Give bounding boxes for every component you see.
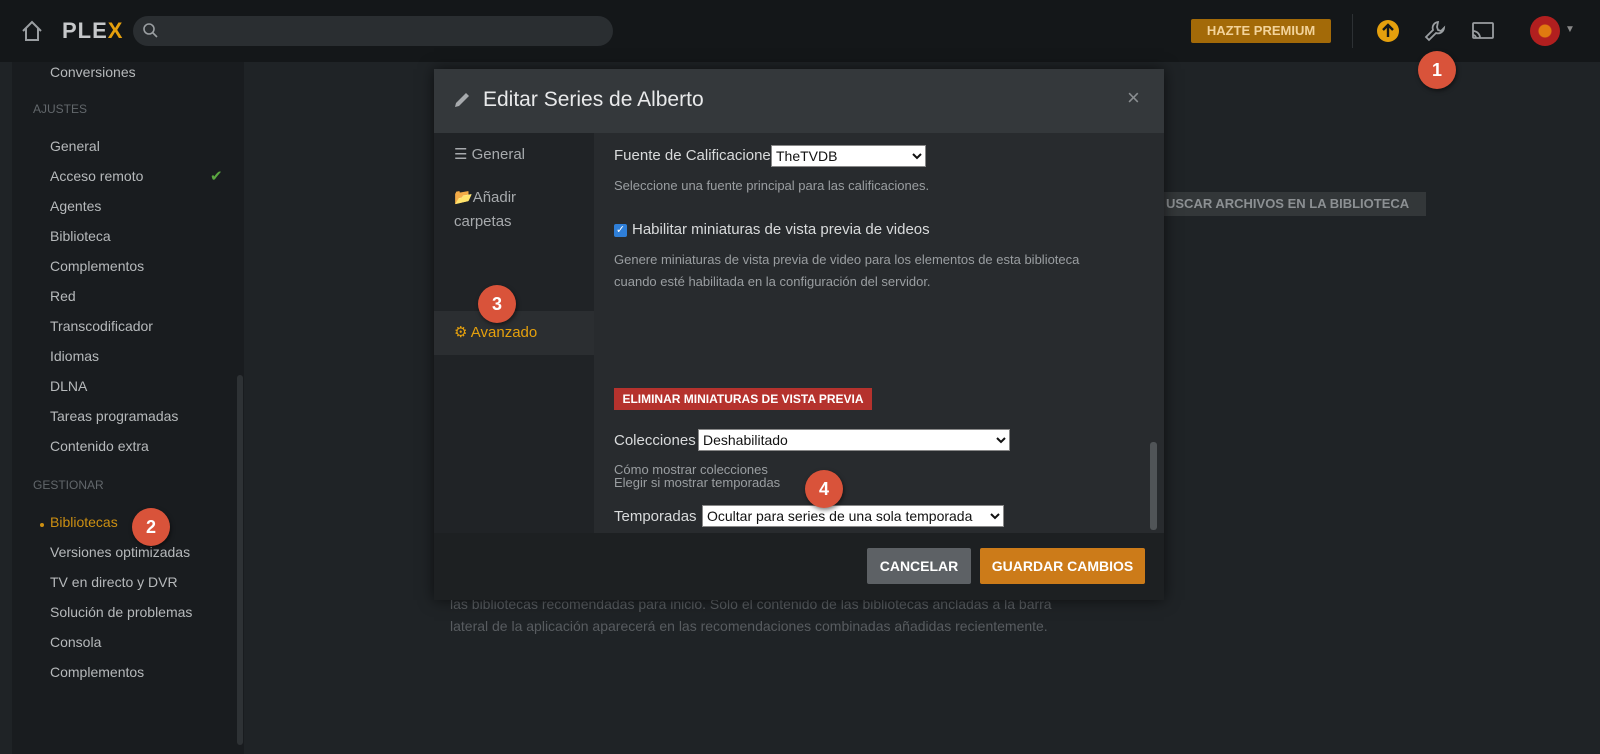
sidebar-item-contenido-extra[interactable]: Contenido extra xyxy=(50,438,149,454)
list-icon: ☰ xyxy=(454,146,468,163)
folder-icon: 📂 xyxy=(454,189,473,206)
sidebar-item-conversiones[interactable]: Conversiones xyxy=(50,64,136,80)
edit-library-modal: Editar Series de Alberto × ☰ General 📂Añ… xyxy=(434,69,1164,600)
modal-footer: CANCELAR GUARDAR CAMBIOS xyxy=(434,533,1164,600)
sidebar-item-versiones[interactable]: Versiones optimizadas xyxy=(50,544,190,560)
sidebar-scrollbar[interactable] xyxy=(237,375,243,745)
upload-icon[interactable] xyxy=(1375,18,1403,46)
thumbnails-hint: Genere miniaturas de vista previa de vid… xyxy=(614,252,1080,267)
sidebar-item-tareas[interactable]: Tareas programadas xyxy=(50,408,178,424)
tab-general[interactable]: ☰ General xyxy=(454,143,525,167)
tab-advanced[interactable]: ⚙ Avanzado xyxy=(454,321,537,345)
modal-nav: ☰ General 📂Añadir carpetas ⚙ Avanzado xyxy=(434,133,594,533)
sidebar-item-tv-dvr[interactable]: TV en directo y DVR xyxy=(50,574,178,590)
callout-marker-4: 4 xyxy=(805,470,843,508)
seasons-select[interactable]: Ocultar para series de una sola temporad… xyxy=(702,505,1004,527)
sidebar-item-solucion[interactable]: Solución de problemas xyxy=(50,604,192,620)
wrench-icon[interactable] xyxy=(1422,18,1450,46)
collections-select[interactable]: Deshabilitado xyxy=(698,429,1010,451)
seasons-hint: Elegir si mostrar temporadas xyxy=(614,475,781,490)
sidebar-item-complementos[interactable]: Complementos xyxy=(50,258,144,274)
sidebar-item-bibliotecas[interactable]: Bibliotecas xyxy=(50,514,118,530)
seasons-label: Temporadas xyxy=(614,508,697,525)
premium-button[interactable]: HAZTE PREMIUM xyxy=(1191,19,1331,43)
sidebar-item-complementos-2[interactable]: Complementos xyxy=(50,664,144,680)
delete-thumbnails-button[interactable]: ELIMINAR MINIATURAS DE VISTA PREVIA xyxy=(614,388,872,410)
divider xyxy=(1352,14,1353,48)
callout-marker-1: 1 xyxy=(1418,51,1456,89)
sidebar-item-acceso-remoto[interactable]: Acceso remoto xyxy=(50,168,143,184)
thumbnails-checkbox[interactable]: ✓ xyxy=(614,224,627,237)
callout-marker-2: 2 xyxy=(132,508,170,546)
home-icon[interactable] xyxy=(18,17,46,45)
save-button[interactable]: GUARDAR CAMBIOS xyxy=(980,548,1145,584)
pencil-icon xyxy=(452,90,472,115)
sidebar: Conversiones AJUSTES General Acceso remo… xyxy=(12,62,244,754)
sidebar-item-transcodificador[interactable]: Transcodificador xyxy=(50,318,153,334)
sidebar-item-consola[interactable]: Consola xyxy=(50,634,101,650)
tab-add-folders[interactable]: 📂Añadir carpetas xyxy=(454,186,516,234)
search-input[interactable] xyxy=(133,16,613,46)
scan-library-button[interactable]: USCAR ARCHIVOS EN LA BIBLIOTECA xyxy=(1160,192,1426,216)
top-bar: PLEX HAZTE PREMIUM ▼ xyxy=(0,0,1600,62)
cast-icon[interactable] xyxy=(1470,18,1498,46)
avatar[interactable] xyxy=(1530,16,1560,46)
sidebar-item-agentes[interactable]: Agentes xyxy=(50,198,101,214)
background-text: lateral de la aplicación aparecerá en la… xyxy=(450,618,1048,634)
modal-title: Editar Series de Alberto xyxy=(483,88,704,111)
sidebar-item-biblioteca[interactable]: Biblioteca xyxy=(50,228,111,244)
ratings-label: Fuente de Calificaciones xyxy=(614,147,779,164)
callout-marker-3: 3 xyxy=(478,285,516,323)
sidebar-item-general[interactable]: General xyxy=(50,138,100,154)
sidebar-section-ajustes: AJUSTES xyxy=(33,102,88,116)
modal-header: Editar Series de Alberto × xyxy=(434,69,1164,133)
search-icon xyxy=(142,22,158,43)
sidebar-item-red[interactable]: Red xyxy=(50,288,76,304)
check-icon: ✔ xyxy=(210,168,223,185)
content-scrollbar[interactable] xyxy=(1150,442,1157,530)
cancel-button[interactable]: CANCELAR xyxy=(867,548,971,584)
active-indicator xyxy=(40,523,44,527)
plex-logo[interactable]: PLEX xyxy=(62,18,123,44)
thumbnails-hint: cuando esté habilitada en la configuraci… xyxy=(614,274,931,289)
close-icon[interactable]: × xyxy=(1127,85,1140,111)
chevron-down-icon[interactable]: ▼ xyxy=(1565,24,1575,35)
ratings-hint: Seleccione una fuente principal para las… xyxy=(614,178,930,193)
gear-icon: ⚙ xyxy=(454,324,468,341)
sidebar-item-idiomas[interactable]: Idiomas xyxy=(50,348,99,364)
sidebar-item-dlna[interactable]: DLNA xyxy=(50,378,87,394)
thumbnails-label[interactable]: Habilitar miniaturas de vista previa de … xyxy=(632,221,930,238)
sidebar-section-gestionar: GESTIONAR xyxy=(33,478,104,492)
collections-label: Colecciones xyxy=(614,432,696,449)
ratings-select[interactable]: TheTVDB xyxy=(771,145,926,167)
